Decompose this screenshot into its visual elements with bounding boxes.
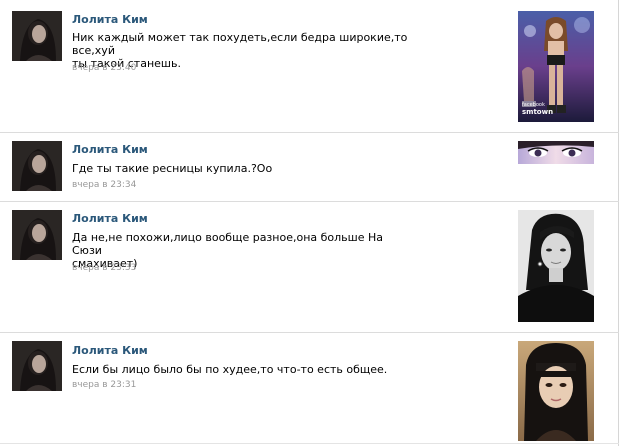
author-name[interactable]: Лолита Ким (72, 344, 148, 357)
divider (0, 443, 619, 444)
comment-item: Лолита Ким Если бы лицо было бы по худее… (0, 333, 619, 443)
attachment-photo[interactable] (518, 341, 594, 441)
comment-date[interactable]: вчера в 23:33 (72, 263, 136, 273)
comment-text: Где ты такие ресницы купила.?Оо (72, 162, 273, 175)
author-name[interactable]: Лолита Ким (72, 13, 148, 26)
comment-item: Лолита Ким Где ты такие ресницы купила.?… (0, 133, 619, 201)
attachment-photo[interactable] (518, 141, 594, 164)
attachment-photo[interactable] (518, 210, 594, 322)
author-name[interactable]: Лолита Ким (72, 143, 148, 156)
comment-date[interactable]: вчера в 23:40 (72, 63, 136, 73)
avatar[interactable] (12, 210, 62, 260)
comment-item: Лолита Ким Ник каждый может так похудеть… (0, 0, 619, 132)
author-name[interactable]: Лолита Ким (72, 212, 148, 225)
attachment-photo[interactable]: facebook smtown (518, 11, 594, 122)
comment-text: Если бы лицо было бы по худее,то что-то … (72, 363, 388, 376)
avatar[interactable] (12, 341, 62, 391)
comment-date[interactable]: вчера в 23:31 (72, 380, 136, 390)
watermark-name: smtown (522, 108, 553, 116)
comment-list: Лолита Ким Ник каждый может так похудеть… (0, 0, 619, 446)
comment-item: Лолита Ким Да не,не похожи,лицо вообще р… (0, 202, 619, 332)
avatar[interactable] (12, 11, 62, 61)
avatar[interactable] (12, 141, 62, 191)
comment-date[interactable]: вчера в 23:34 (72, 180, 136, 190)
